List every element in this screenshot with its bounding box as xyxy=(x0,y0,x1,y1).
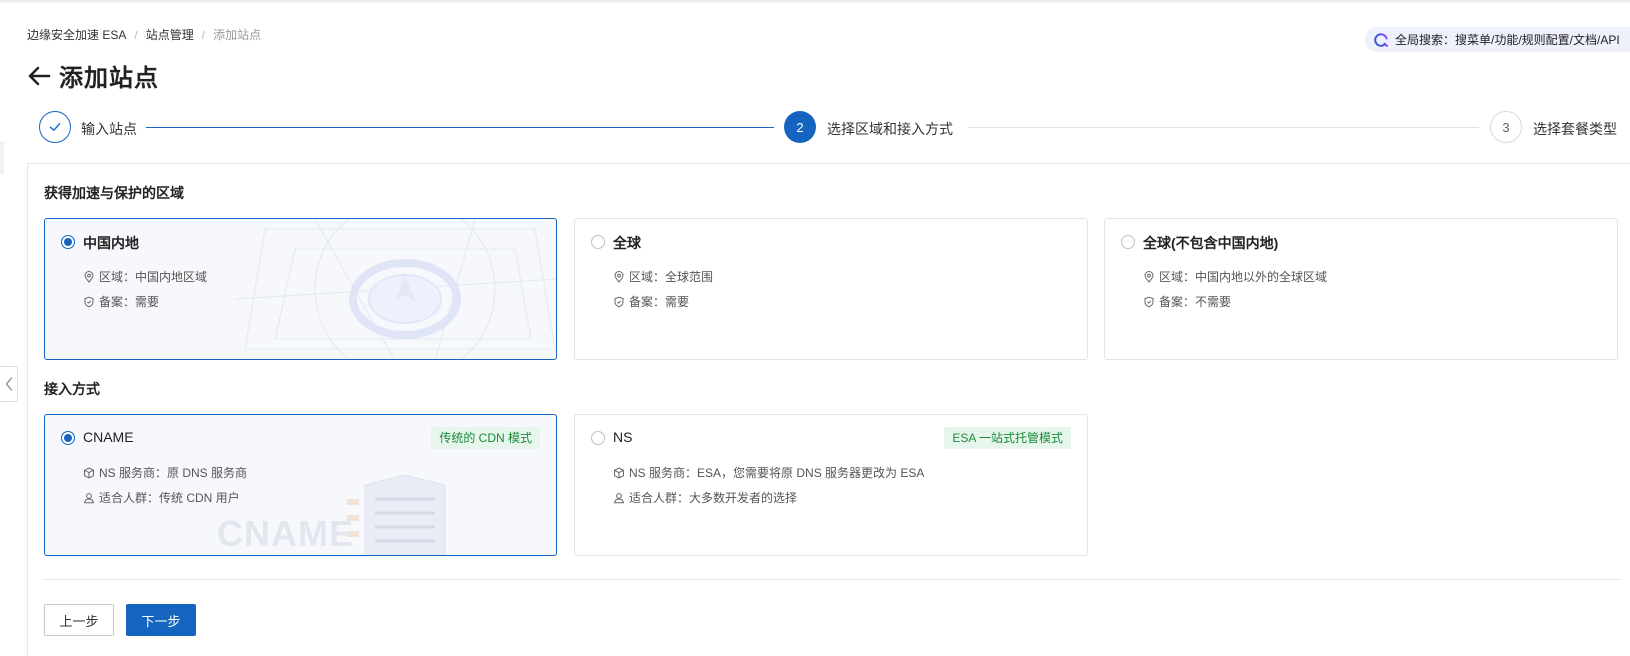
access-card-ns[interactable]: NS ESA 一站式托管模式 NS 服务商： ESA，您需要将原 DNS 服务器… xyxy=(574,414,1088,556)
region-area-global: 区域： 全球范围 xyxy=(613,268,713,285)
access-audience-cname: 适合人群： 传统 CDN 用户 xyxy=(83,489,240,506)
area-prefix: 区域： xyxy=(99,270,136,284)
access-card-cname[interactable]: CNAME CNAME 传统的 CDN 模式 NS 服务商： 原 DNS 服务商… xyxy=(44,414,557,556)
icp-value: 不需要 xyxy=(1195,295,1232,309)
breadcrumb-item-site-management[interactable]: 站点管理 xyxy=(146,26,194,43)
step-3-label: 选择套餐类型 xyxy=(1533,121,1617,137)
shield-icon xyxy=(613,296,625,308)
globe-illustration xyxy=(235,219,556,359)
server-illustration xyxy=(347,475,446,555)
user-icon xyxy=(83,492,95,504)
sidebar-edge xyxy=(0,141,4,175)
breadcrumb-separator: / xyxy=(134,27,138,42)
global-search-button[interactable]: 全局搜索：搜菜单/功能/规则配置/文档/API xyxy=(1365,27,1630,52)
cname-mode-tag: 传统的 CDN 模式 xyxy=(431,427,540,449)
footer-divider xyxy=(44,579,1620,580)
user-icon xyxy=(613,492,625,504)
next-step-button[interactable]: 下一步 xyxy=(126,604,196,636)
shield-icon xyxy=(1143,296,1155,308)
access-audience-ns: 适合人群： 大多数开发者的选择 xyxy=(613,489,797,506)
region-icp-global-excl-mainland: 备案： 不需要 xyxy=(1143,293,1231,310)
breadcrumb: 边缘安全加速 ESA / 站点管理 / 添加站点 xyxy=(27,26,261,43)
chevron-left-icon xyxy=(5,377,12,391)
location-icon xyxy=(1143,270,1155,283)
area-prefix: 区域： xyxy=(629,270,666,284)
shield-icon xyxy=(83,296,95,308)
region-section-title: 获得加速与保护的区域 xyxy=(44,185,184,201)
location-icon xyxy=(83,270,95,283)
icp-value: 需要 xyxy=(135,295,160,309)
step-connector-1 xyxy=(146,127,774,128)
cname-watermark: CNAME xyxy=(217,513,354,554)
check-icon xyxy=(49,123,61,131)
page-title: 添加站点 xyxy=(59,65,159,92)
area-value: 中国内地区域 xyxy=(135,270,208,284)
search-icon xyxy=(1373,32,1389,48)
radio-global-excl-mainland[interactable] xyxy=(1121,235,1135,249)
audience-prefix: 适合人群： xyxy=(629,491,690,505)
area-value: 中国内地以外的全球区域 xyxy=(1195,270,1328,284)
ns-prefix: NS 服务商： xyxy=(629,466,698,480)
radio-mainland[interactable] xyxy=(61,235,75,249)
audience-prefix: 适合人群： xyxy=(99,491,160,505)
breadcrumb-current: 添加站点 xyxy=(213,28,262,42)
radio-global[interactable] xyxy=(591,235,605,249)
access-ns-ns: NS 服务商： ESA，您需要将原 DNS 服务器更改为 ESA xyxy=(613,464,924,481)
sidebar-collapse-button[interactable] xyxy=(0,366,18,402)
access-section-title: 接入方式 xyxy=(44,381,100,397)
step-2-circle: 2 xyxy=(784,111,816,143)
region-area-mainland: 区域： 中国内地区域 xyxy=(83,268,207,285)
previous-step-button[interactable]: 上一步 xyxy=(44,604,114,636)
ns-value: 原 DNS 服务商 xyxy=(167,466,248,480)
access-label-cname: CNAME xyxy=(83,429,134,445)
region-label-global: 全球 xyxy=(613,235,641,251)
region-card-global[interactable]: 全球 区域： 全球范围 备案： 需要 xyxy=(574,218,1088,360)
cube-icon xyxy=(83,466,95,479)
area-prefix: 区域： xyxy=(1159,270,1196,284)
breadcrumb-item-esa[interactable]: 边缘安全加速 ESA xyxy=(27,26,126,43)
audience-value: 大多数开发者的选择 xyxy=(689,491,798,505)
location-icon xyxy=(613,270,625,283)
step-connector-2 xyxy=(968,127,1479,128)
steps-indicator: 输入站点 2 选择区域和接入方式 3 选择套餐类型 xyxy=(39,111,1630,145)
region-card-global-excl-mainland[interactable]: 全球(不包含中国内地) 区域： 中国内地以外的全球区域 备案： 不需要 xyxy=(1104,218,1618,360)
icp-prefix: 备案： xyxy=(1159,295,1196,309)
region-card-mainland[interactable]: 中国内地 区域： 中国内地区域 备案： 需要 xyxy=(44,218,557,360)
access-ns-cname: NS 服务商： 原 DNS 服务商 xyxy=(83,464,247,481)
region-icp-mainland: 备案： 需要 xyxy=(83,293,159,310)
ns-prefix: NS 服务商： xyxy=(99,466,168,480)
access-label-ns: NS xyxy=(613,429,633,445)
step-1-circle xyxy=(39,111,71,143)
icp-prefix: 备案： xyxy=(99,295,136,309)
cube-icon xyxy=(613,466,625,479)
step-1-label: 输入站点 xyxy=(81,121,137,137)
audience-value: 传统 CDN 用户 xyxy=(159,491,240,505)
region-label-mainland: 中国内地 xyxy=(83,235,139,251)
back-button[interactable] xyxy=(27,63,53,89)
step-2-label: 选择区域和接入方式 xyxy=(827,121,953,137)
region-icp-global: 备案： 需要 xyxy=(613,293,689,310)
icp-prefix: 备案： xyxy=(629,295,666,309)
ns-mode-tag: ESA 一站式托管模式 xyxy=(944,427,1071,449)
area-value: 全球范围 xyxy=(665,270,714,284)
radio-cname[interactable] xyxy=(61,431,75,445)
icp-value: 需要 xyxy=(665,295,690,309)
global-search-label: 全局搜索：搜菜单/功能/规则配置/文档/API xyxy=(1395,33,1620,47)
top-shadow xyxy=(0,0,1630,4)
region-label-global-excl-mainland: 全球(不包含中国内地) xyxy=(1143,235,1279,251)
page-header: 添加站点 xyxy=(27,58,159,93)
arrow-left-icon xyxy=(28,66,51,85)
ns-value: ESA，您需要将原 DNS 服务器更改为 ESA xyxy=(697,466,925,480)
region-area-global-excl-mainland: 区域： 中国内地以外的全球区域 xyxy=(1143,268,1327,285)
step-3-circle: 3 xyxy=(1490,111,1522,143)
radio-ns[interactable] xyxy=(591,431,605,445)
breadcrumb-separator: / xyxy=(201,27,206,42)
